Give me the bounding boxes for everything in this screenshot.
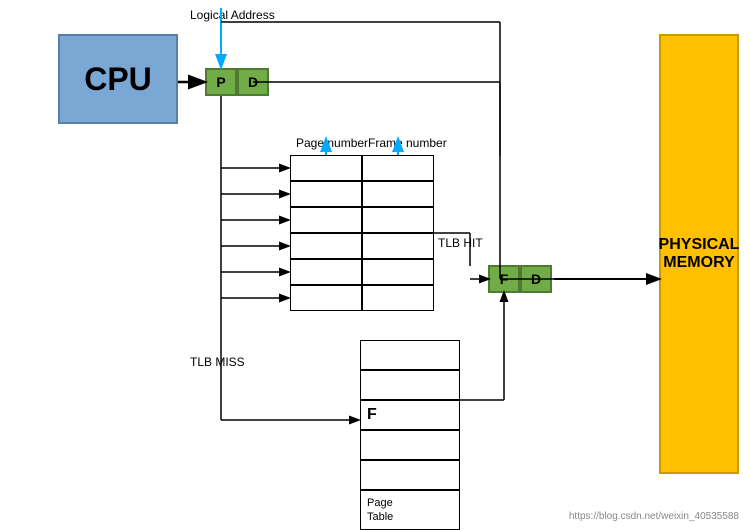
pt-row-f: F — [360, 400, 460, 430]
tlb-cell — [362, 285, 434, 311]
physical-memory-box: PHYSICAL MEMORY — [659, 34, 739, 474]
pt-row — [360, 370, 460, 400]
tlb-miss-label: TLB MISS — [190, 355, 245, 369]
tlb-cell — [290, 181, 362, 207]
tlb-cell — [362, 181, 434, 207]
pt-cell-f: F — [360, 400, 460, 430]
pt-cell-label: PageTable — [360, 490, 460, 530]
pt-cell — [360, 460, 460, 490]
f-in-table-label: F — [367, 406, 377, 424]
tlb-hit-label: TLB HIT — [438, 236, 483, 250]
tlb-row — [290, 207, 434, 233]
phys-mem-label-1: PHYSICAL — [659, 236, 740, 254]
page-table-label: PageTable — [367, 496, 393, 525]
d-box: D — [237, 68, 269, 96]
frame-number-label: Frame number — [368, 136, 447, 150]
tlb-cell — [290, 155, 362, 181]
phys-mem-label-2: MEMORY — [659, 254, 740, 272]
tlb-cell — [290, 233, 362, 259]
tlb-row — [290, 233, 434, 259]
tlb-row — [290, 285, 434, 311]
diagram-container: CPU PHYSICAL MEMORY Logical Address P D — [0, 0, 749, 524]
tlb-table — [290, 155, 434, 311]
page-number-label: Page number — [296, 136, 368, 150]
pd-container: P D — [205, 68, 269, 96]
fd-output-container: F D — [488, 265, 552, 293]
watermark: https://blog.csdn.net/weixin_40535588 — [569, 511, 739, 522]
pt-cell — [360, 430, 460, 460]
tlb-row — [290, 259, 434, 285]
pt-row-page-table-label: PageTable — [360, 490, 460, 530]
logical-address-label: Logical Address — [190, 8, 275, 22]
p-box: P — [205, 68, 237, 96]
tlb-cell — [290, 259, 362, 285]
pt-row — [360, 340, 460, 370]
tlb-cell — [362, 259, 434, 285]
tlb-cell — [362, 207, 434, 233]
pt-cell — [360, 370, 460, 400]
tlb-cell — [362, 155, 434, 181]
pt-cell — [360, 340, 460, 370]
tlb-cell — [362, 233, 434, 259]
tlb-row — [290, 181, 434, 207]
d-output-box: D — [520, 265, 552, 293]
tlb-cell — [290, 207, 362, 233]
cpu-label: CPU — [84, 61, 152, 98]
pt-row — [360, 460, 460, 490]
tlb-header-row — [290, 155, 434, 181]
page-table: F PageTable — [360, 340, 460, 530]
cpu-box: CPU — [58, 34, 178, 124]
pt-row — [360, 430, 460, 460]
tlb-cell — [290, 285, 362, 311]
f-output-box: F — [488, 265, 520, 293]
